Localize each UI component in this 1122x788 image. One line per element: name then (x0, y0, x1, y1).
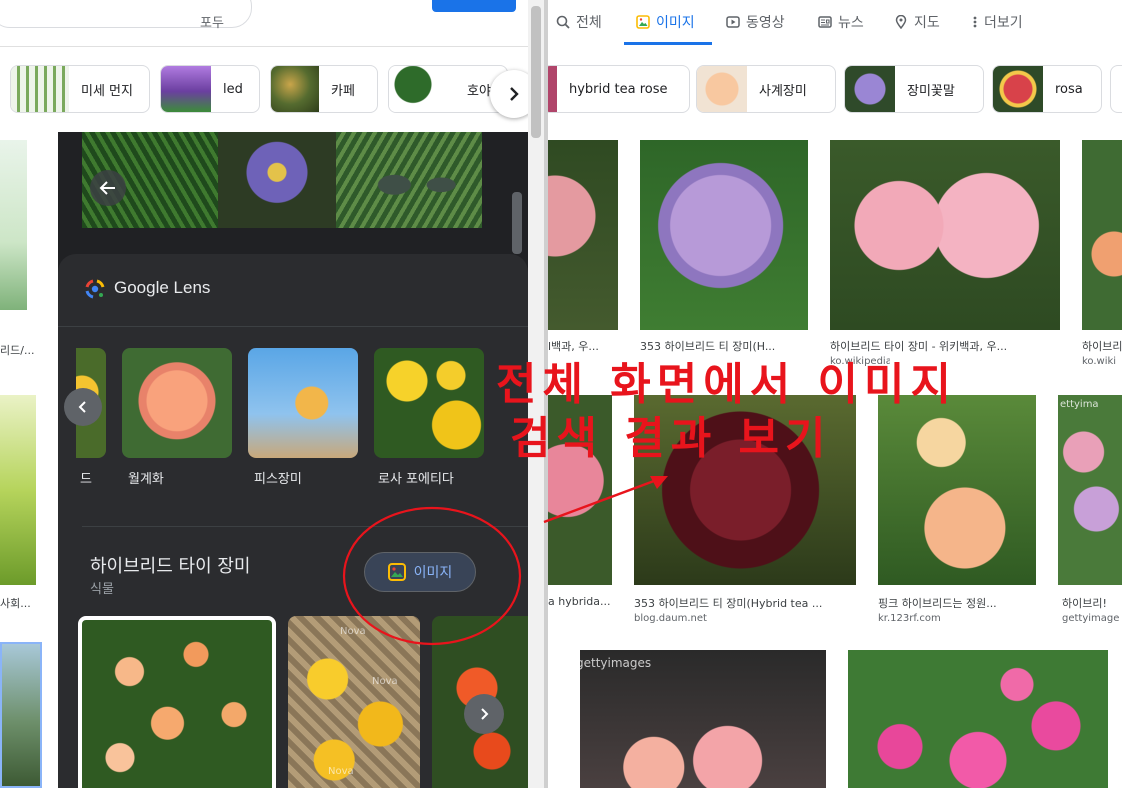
annotation-circle (342, 506, 522, 646)
annotation-arrow (543, 476, 663, 524)
annotation-overlay (342, 476, 668, 646)
